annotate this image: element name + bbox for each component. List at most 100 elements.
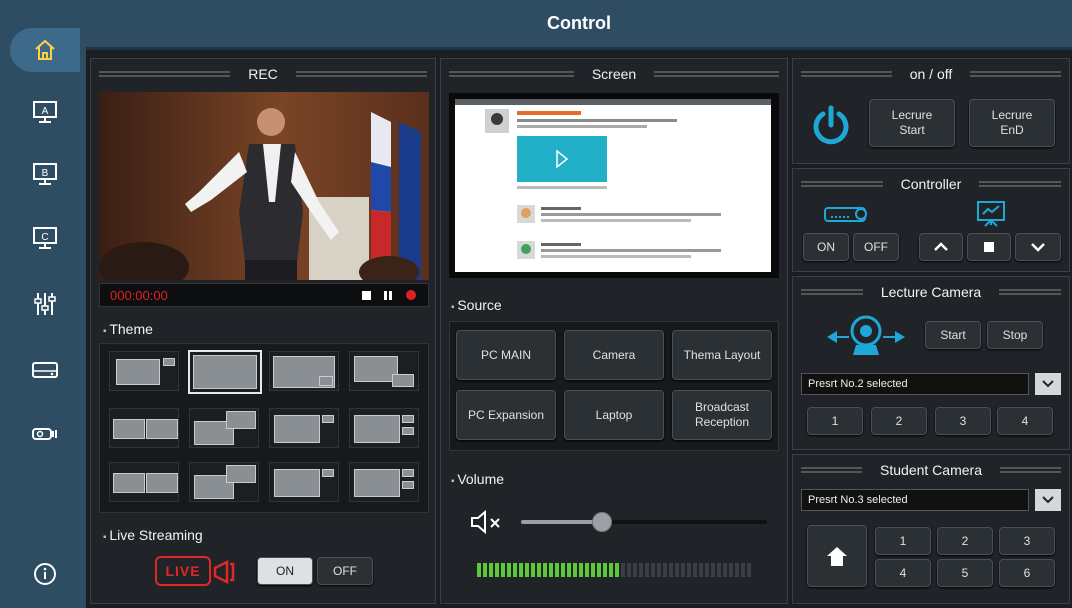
sidebar-item-recorder[interactable] xyxy=(10,348,80,392)
vu-meter-bar xyxy=(537,563,541,577)
lecture-camera-preset-dropdown-button[interactable] xyxy=(1035,373,1061,395)
power-panel-header: on / off xyxy=(793,59,1069,89)
rec-title: REC xyxy=(248,66,278,82)
volume-slider-knob[interactable] xyxy=(592,512,613,532)
source-pc-expansion-button[interactable]: PC Expansion xyxy=(456,390,556,440)
source-laptop-button[interactable]: Laptop xyxy=(564,390,664,440)
theme-layout-8[interactable] xyxy=(349,408,419,448)
rec-video-preview xyxy=(99,92,429,280)
vu-meter-bar xyxy=(711,563,715,577)
vu-meter-bar xyxy=(645,563,649,577)
sidebar-item-home[interactable] xyxy=(10,28,80,72)
chevron-down-icon xyxy=(1031,243,1045,252)
vu-meter-bar xyxy=(627,563,631,577)
theme-layout-4[interactable] xyxy=(349,351,419,391)
student-camera-preset-dropdown-button[interactable] xyxy=(1035,489,1061,511)
student-camera-panel-header: Student Camera xyxy=(793,455,1069,485)
source-heading: Source xyxy=(451,297,501,313)
screen-down-button[interactable] xyxy=(1015,233,1061,261)
vu-meter-bar xyxy=(747,563,751,577)
title-bar: Control xyxy=(86,0,1072,50)
sidebar-item-monitor-a[interactable]: A xyxy=(10,90,80,134)
source-grid: PC MAIN Camera Thema Layout PC Expansion… xyxy=(449,321,779,451)
vu-meter-bar xyxy=(609,563,613,577)
theme-layout-12[interactable] xyxy=(349,462,419,502)
theme-layout-9[interactable] xyxy=(109,462,179,502)
theme-layout-11[interactable] xyxy=(269,462,339,502)
theme-layout-7[interactable] xyxy=(269,408,339,448)
rec-panel-header: REC xyxy=(91,59,435,89)
sidebar-item-info[interactable] xyxy=(10,552,80,596)
projector-on-button[interactable]: ON xyxy=(803,233,849,261)
sidebar-item-projector[interactable] xyxy=(10,412,80,456)
projector-icon xyxy=(32,428,57,440)
student-preset-3-button[interactable]: 3 xyxy=(999,527,1055,555)
student-preset-5-button[interactable]: 5 xyxy=(937,559,993,587)
vu-meter-bar xyxy=(573,563,577,577)
source-pc-main-button[interactable]: PC MAIN xyxy=(456,330,556,380)
controller-title: Controller xyxy=(900,176,962,192)
stop-icon[interactable] xyxy=(362,291,371,300)
theme-layout-1[interactable] xyxy=(109,351,179,391)
vu-meter-bar xyxy=(699,563,703,577)
lecture-preset-1-button[interactable]: 1 xyxy=(807,407,863,435)
student-preset-6-button[interactable]: 6 xyxy=(999,559,1055,587)
student-camera-home-button[interactable] xyxy=(807,525,867,587)
monitor-a-icon: A xyxy=(33,101,57,123)
mixer-icon xyxy=(34,293,56,315)
power-title: on / off xyxy=(909,66,953,82)
lecture-preset-2-button[interactable]: 2 xyxy=(871,407,927,435)
theme-grid xyxy=(99,343,429,513)
sidebar-item-monitor-c[interactable]: C xyxy=(10,216,80,260)
vu-meter-bar xyxy=(669,563,673,577)
student-preset-2-button[interactable]: 2 xyxy=(937,527,993,555)
source-thema-layout-button[interactable]: Thema Layout xyxy=(672,330,772,380)
speaker-mute-icon[interactable] xyxy=(469,509,507,535)
vu-meter-bar xyxy=(495,563,499,577)
vu-meter-bar xyxy=(681,563,685,577)
live-on-button[interactable]: ON xyxy=(257,557,313,585)
volume-slider-fill xyxy=(521,520,603,524)
vu-meter-bar xyxy=(531,563,535,577)
sidebar-item-monitor-b[interactable]: B xyxy=(10,152,80,196)
lecture-camera-start-button[interactable]: Start xyxy=(925,321,981,349)
source-camera-button[interactable]: Camera xyxy=(564,330,664,380)
volume-heading: Volume xyxy=(451,471,504,487)
lecture-preset-3-button[interactable]: 3 xyxy=(935,407,991,435)
home-icon xyxy=(827,547,847,566)
lecture-camera-preset-select[interactable]: Presrt No.2 selected xyxy=(801,373,1029,395)
pause-icon[interactable] xyxy=(384,291,387,300)
volume-level-meter xyxy=(477,563,753,577)
lecture-preset-4-button[interactable]: 4 xyxy=(997,407,1053,435)
theme-layout-10[interactable] xyxy=(189,462,259,502)
lecture-start-button[interactable]: Lecrure Start xyxy=(869,99,955,147)
theme-layout-2[interactable] xyxy=(188,350,262,394)
student-camera-panel: Student Camera Presrt No.3 selected 1 2 … xyxy=(792,454,1070,604)
theme-layout-6[interactable] xyxy=(189,408,259,448)
student-camera-preset-select[interactable]: Presrt No.3 selected xyxy=(801,489,1029,511)
lecture-camera-stop-button[interactable]: Stop xyxy=(987,321,1043,349)
vu-meter-bar xyxy=(501,563,505,577)
projector-off-button[interactable]: OFF xyxy=(853,233,899,261)
student-preset-1-button[interactable]: 1 xyxy=(875,527,931,555)
live-streaming-heading: Live Streaming xyxy=(103,527,202,543)
theme-layout-3[interactable] xyxy=(269,351,339,391)
vu-meter-bar xyxy=(693,563,697,577)
power-icon[interactable] xyxy=(811,105,851,145)
vu-meter-bar xyxy=(639,563,643,577)
live-off-button[interactable]: OFF xyxy=(317,557,373,585)
lecture-end-button[interactable]: Lecrure EnD xyxy=(969,99,1055,147)
source-broadcast-reception-button[interactable]: Broadcast Reception xyxy=(672,390,772,440)
record-icon[interactable] xyxy=(406,290,416,300)
vu-meter-bar xyxy=(513,563,517,577)
screen-panel: Screen Source PC MAIN Camera Thema Layou… xyxy=(440,58,788,604)
sidebar-item-mixer[interactable] xyxy=(10,282,80,326)
screen-up-button[interactable] xyxy=(919,233,963,261)
vu-meter-bar xyxy=(519,563,523,577)
theme-layout-5[interactable] xyxy=(109,408,179,448)
vu-meter-bar xyxy=(735,563,739,577)
screen-stop-button[interactable] xyxy=(967,233,1011,261)
controller-panel: Controller ON OFF xyxy=(792,168,1070,272)
volume-slider[interactable] xyxy=(521,512,767,532)
student-preset-4-button[interactable]: 4 xyxy=(875,559,931,587)
